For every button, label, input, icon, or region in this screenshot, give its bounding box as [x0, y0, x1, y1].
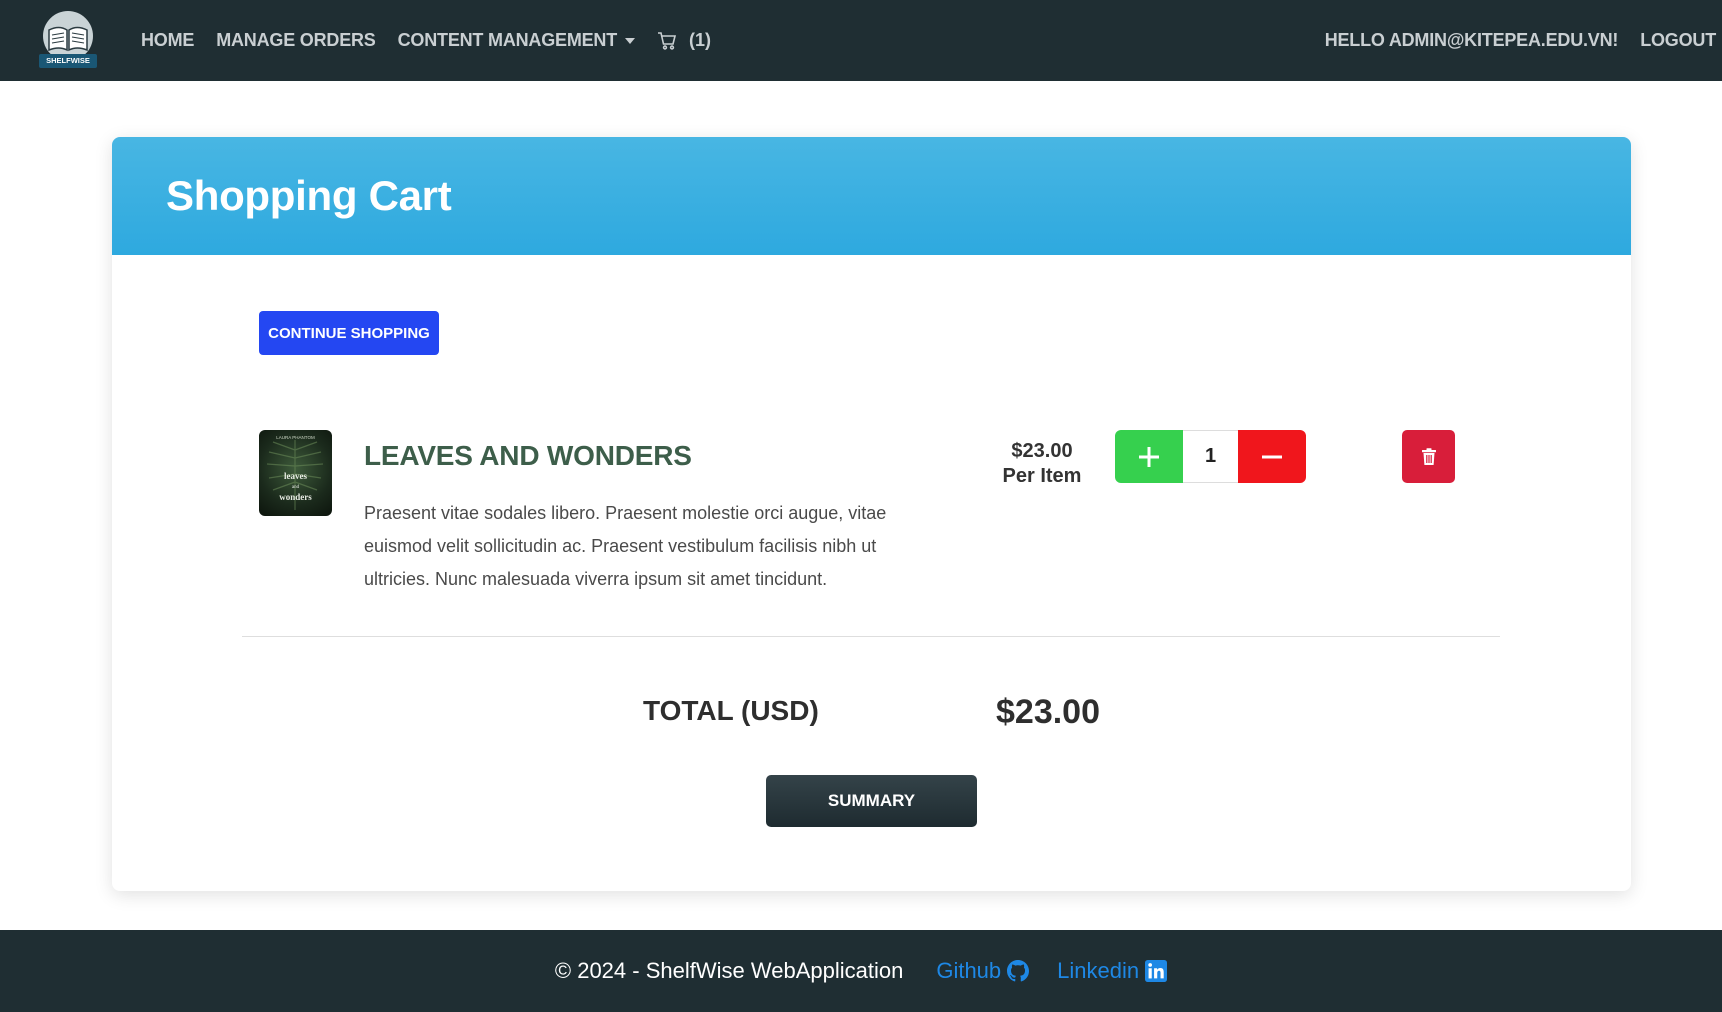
item-description: Praesent vitae sodales libero. Praesent …: [364, 503, 887, 589]
minus-icon: [1262, 455, 1282, 458]
card-header: Shopping Cart: [112, 137, 1631, 255]
decrease-quantity-button[interactable]: [1238, 430, 1306, 483]
nav-cart[interactable]: (1): [657, 30, 711, 51]
item-title[interactable]: Leaves and Wonders: [364, 440, 692, 472]
nav-content-management[interactable]: Content Management: [397, 30, 636, 51]
nav-right: Hello admin@kitepea.edu.vn! Logout: [1303, 0, 1716, 81]
shopping-cart-card: Shopping Cart Continue Shopping LAURA PH…: [112, 137, 1631, 891]
github-label: Github: [936, 958, 1002, 983]
github-icon: [1007, 960, 1030, 982]
nav-content-management-label: Content Management: [397, 30, 618, 50]
navbar: SHELFWISE Home Manage Orders Content Man…: [0, 0, 1722, 81]
summary-button[interactable]: Summary: [766, 775, 977, 827]
item-price: $23.00 Per Item: [977, 439, 1107, 489]
user-greeting[interactable]: Hello admin@kitepea.edu.vn!: [1325, 30, 1619, 51]
book-cover-image[interactable]: LAURA PHANTOM leaves and wonders: [259, 430, 332, 516]
github-link[interactable]: Github: [936, 958, 1030, 984]
shelfwise-logo[interactable]: SHELFWISE: [37, 10, 99, 70]
cover-title-3: wonders: [279, 492, 312, 502]
logout-link[interactable]: Logout: [1640, 30, 1716, 51]
nav-manage-orders[interactable]: Manage Orders: [216, 30, 376, 51]
cover-author: LAURA PHANTOM: [276, 435, 315, 440]
page-title: Shopping Cart: [166, 172, 452, 219]
footer-copyright: © 2024 - ShelfWise WebApplication: [554, 958, 904, 983]
cart-icon: [658, 31, 677, 50]
plus-icon: [1139, 446, 1159, 467]
nav-home[interactable]: Home: [141, 30, 194, 51]
linkedin-label: Linkedin: [1057, 958, 1140, 983]
divider: [242, 636, 1500, 637]
footer: © 2024 - ShelfWise WebApplication Github…: [0, 930, 1722, 1012]
trash-icon: [1421, 447, 1436, 465]
chevron-down-icon: [625, 38, 636, 45]
cart-count: (1): [689, 30, 712, 50]
quantity-stepper: [1115, 430, 1306, 483]
item-price-value: $23.00: [1011, 440, 1073, 462]
total-label: TOTAL (USD): [643, 695, 819, 726]
cover-title-2: and: [292, 485, 300, 490]
nav-left: Home Manage Orders Content Management (1…: [141, 0, 711, 81]
quantity-input[interactable]: [1183, 430, 1238, 483]
total-value: $23.00: [996, 693, 1100, 731]
cover-title-1: leaves: [284, 471, 307, 481]
continue-shopping-button[interactable]: Continue Shopping: [259, 311, 439, 355]
item-price-unit: Per Item: [1002, 465, 1082, 487]
increase-quantity-button[interactable]: [1115, 430, 1183, 483]
linkedin-icon: [1145, 960, 1168, 982]
delete-item-button[interactable]: [1402, 430, 1455, 483]
logo-text: SHELFWISE: [46, 56, 90, 65]
linkedin-link[interactable]: Linkedin: [1057, 958, 1168, 984]
